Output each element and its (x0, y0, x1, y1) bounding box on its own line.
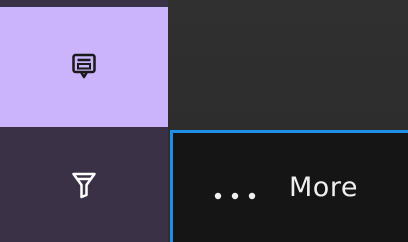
sidebar (0, 0, 168, 242)
sidebar-item-popup[interactable] (0, 7, 168, 127)
app-window: More (0, 0, 408, 242)
toolbar-area (168, 0, 408, 130)
filter-icon (71, 171, 97, 199)
more-button[interactable]: More (170, 130, 408, 242)
popup-icon (71, 53, 97, 81)
more-button-label: More (289, 172, 358, 203)
sidebar-item-filter[interactable] (0, 127, 168, 242)
ellipsis-icon (213, 186, 263, 200)
